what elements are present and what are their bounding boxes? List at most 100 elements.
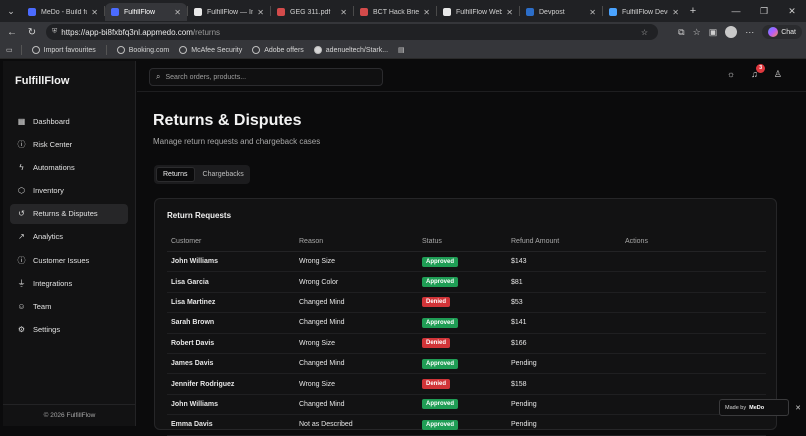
status-cell: Approved — [422, 277, 511, 288]
status-badge: Approved — [422, 358, 459, 369]
sidebar-item-settings[interactable]: ⚙ Settings — [10, 320, 128, 340]
tab-close-icon[interactable]: ✕ — [340, 8, 347, 17]
table-row[interactable]: James Davis Changed Mind Approved Pending — [167, 354, 766, 375]
folder-icon: ▤ — [398, 47, 405, 54]
sidebar-item-inventory[interactable]: ⬡ Inventory — [10, 181, 128, 201]
brand-logo[interactable]: FulfillFlow — [15, 75, 69, 87]
new-tab-button[interactable]: + — [685, 5, 701, 17]
tab-close-icon[interactable]: ✕ — [672, 8, 679, 17]
close-window-icon[interactable]: ✕ — [778, 6, 806, 17]
bookmarks-bar: ▭ Import favourites Booking.com McAfee S… — [0, 42, 806, 59]
tab-returns[interactable]: Returns — [156, 167, 195, 182]
made-by-toast[interactable]: Made by MeDo — [719, 399, 789, 416]
bookmark-item[interactable]: Adobe offers — [252, 46, 304, 54]
status-badge: Approved — [422, 256, 459, 267]
table-row[interactable]: Jennifer Rodriguez Wrong Size Denied $158 — [167, 374, 766, 395]
url-field[interactable]: ⛨ https://app-bi8fxbfq3nl.appmedo.com/re… — [46, 24, 658, 40]
tab-favicon-icon — [609, 8, 617, 16]
browser-tab[interactable]: FulfillFlow Web Ap✕ — [437, 3, 519, 21]
globe-icon — [116, 46, 125, 54]
profile-avatar[interactable] — [725, 26, 738, 38]
user-menu-icon[interactable]: ♙ — [774, 69, 782, 80]
sidebar-item-analytics[interactable]: ↗ Analytics — [10, 227, 128, 247]
minimize-icon[interactable]: — — [722, 6, 750, 16]
customer-cell: Lisa Garcia — [171, 278, 209, 286]
sidebar: FulfillFlow ▦ Dashboard ⓘ Risk Center ϟ Autom… — [3, 61, 136, 426]
toast-close-icon[interactable]: ✕ — [795, 404, 801, 412]
maximize-icon[interactable]: ❐ — [750, 6, 778, 17]
browser-tab[interactable]: GEG 311.pdf ✕ — [271, 3, 353, 21]
browser-tab[interactable]: MeDo - Build full-s ✕ — [22, 3, 104, 21]
reason-cell: Not as Described — [299, 421, 353, 429]
table-row[interactable]: Lisa Garcia Wrong Color Approved $81 — [167, 272, 766, 293]
tab-close-icon[interactable]: ✕ — [174, 8, 181, 17]
extensions-icon[interactable]: ⧉ — [678, 27, 684, 38]
sidebar-nav: ▦ Dashboard ⓘ Risk Center ϟ Automations ⬡ Inven… — [10, 111, 128, 343]
more-icon[interactable]: ⋯ — [745, 27, 754, 38]
tab-close-icon[interactable]: ✕ — [423, 8, 430, 17]
toast-brand: MeDo — [749, 404, 765, 411]
github-icon — [313, 46, 322, 54]
table-row[interactable]: Robert Davis Wrong Size Denied $166 — [167, 334, 766, 354]
reload-icon[interactable]: ↻ — [24, 27, 40, 38]
tab-favicon-icon — [28, 8, 36, 16]
column-header: Reason — [299, 238, 324, 245]
sidebar-item-returns-disputes[interactable]: ↺ Returns & Disputes — [10, 203, 128, 224]
table-header: Customer Reason Status Refund Amount Actions — [167, 232, 766, 252]
tab-title: FulfillFlow — [124, 8, 156, 16]
page-tabs: Returns Chargebacks — [154, 165, 250, 184]
bookmark-item[interactable]: Booking.com — [116, 46, 169, 54]
browser-tab[interactable]: FulfillFlow ✕ — [105, 3, 187, 21]
reason-cell: Wrong Size — [299, 380, 336, 388]
tabs-container: MeDo - Build full-s✕FulfillFlow✕FulfillF… — [22, 1, 685, 21]
globe-icon — [179, 46, 188, 54]
bookmark-item[interactable]: McAfee Security — [179, 46, 242, 54]
sidebar-item-customer-issues[interactable]: ⓘ Customer Issues — [10, 250, 128, 270]
omnibox-actions-icon[interactable]: ☆ — [641, 28, 652, 37]
returns-table: Customer Reason Status Refund Amount Actions… — [167, 232, 766, 436]
tab-close-icon[interactable]: ✕ — [506, 8, 513, 17]
table-row[interactable]: Emma Davis Not as Described Approved Pendin… — [167, 415, 766, 436]
search-input[interactable]: ⌕ Search orders, products... — [149, 68, 383, 86]
bookmark-item[interactable]: adenueltech/Stark... — [313, 46, 388, 54]
tab-close-icon[interactable]: ✕ — [91, 8, 98, 17]
bookmark-item[interactable]: ▭ — [6, 46, 13, 54]
tab-title: GEG 311.pdf — [290, 8, 331, 16]
table-row[interactable]: Lisa Martinez Changed Mind Denied $53 — [167, 293, 766, 314]
column-header: Actions — [625, 238, 648, 245]
copilot-chat-button[interactable]: Chat — [762, 25, 802, 39]
bookmark-item[interactable]: Import favourites — [31, 46, 96, 54]
sidebar-item-integrations[interactable]: ⏚ Integrations — [10, 273, 128, 293]
return-requests-card: Return Requests Customer Reason Status Refu… — [154, 198, 777, 436]
table-row[interactable]: John Williams Changed Mind Approved Pending — [167, 395, 766, 416]
browser-tab[interactable]: Devpost ✕ — [520, 3, 602, 21]
browser-tab[interactable]: FulfillFlow Develop ✕ — [603, 3, 685, 21]
tab-chargebacks[interactable]: Chargebacks — [197, 167, 250, 182]
browser-tab[interactable]: FulfillFlow — Inves✕ — [188, 3, 270, 21]
sidebar-item-team[interactable]: ☺ Team — [10, 297, 128, 317]
reason-cell: Changed Mind — [299, 400, 345, 408]
collections-icon[interactable]: ▣ — [709, 27, 718, 38]
sidebar-item-automations[interactable]: ϟ Automations — [10, 157, 128, 177]
theme-toggle-icon[interactable]: ☼ — [727, 69, 735, 80]
sidebar-item-dashboard[interactable]: ▦ Dashboard — [10, 111, 128, 131]
header-actions: ☼ ♫ 3 ♙ — [727, 64, 782, 80]
favorites-icon[interactable]: ☆ — [693, 27, 701, 38]
status-cell: Approved — [422, 317, 511, 328]
bookmark-item[interactable]: ▤ — [398, 46, 405, 54]
browser-tab[interactable]: BCT Hack Brief.pdf✕ — [354, 3, 436, 21]
table-row[interactable]: John Williams Wrong Size Approved $143 — [167, 252, 766, 273]
table-row[interactable]: Sarah Brown Changed Mind Approved $141 — [167, 313, 766, 334]
refund-cell: $143 — [511, 258, 527, 266]
tab-close-icon[interactable]: ✕ — [257, 8, 264, 17]
notifications-button[interactable]: ♫ 3 — [751, 64, 766, 80]
address-bar: ← ↻ ⛨ https://app-bi8fxbfq3nl.appmedo.co… — [0, 22, 806, 42]
refund-cell: $141 — [511, 319, 527, 327]
tab-close-icon[interactable]: ✕ — [589, 8, 596, 17]
back-icon[interactable]: ← — [4, 27, 20, 38]
tab-search-icon[interactable]: ⌄ — [0, 0, 22, 22]
import-icon — [31, 46, 40, 54]
refund-cell: $53 — [511, 298, 523, 306]
sidebar-item-risk-center[interactable]: ⓘ Risk Center — [10, 134, 128, 154]
bookmark-divider — [20, 45, 22, 55]
